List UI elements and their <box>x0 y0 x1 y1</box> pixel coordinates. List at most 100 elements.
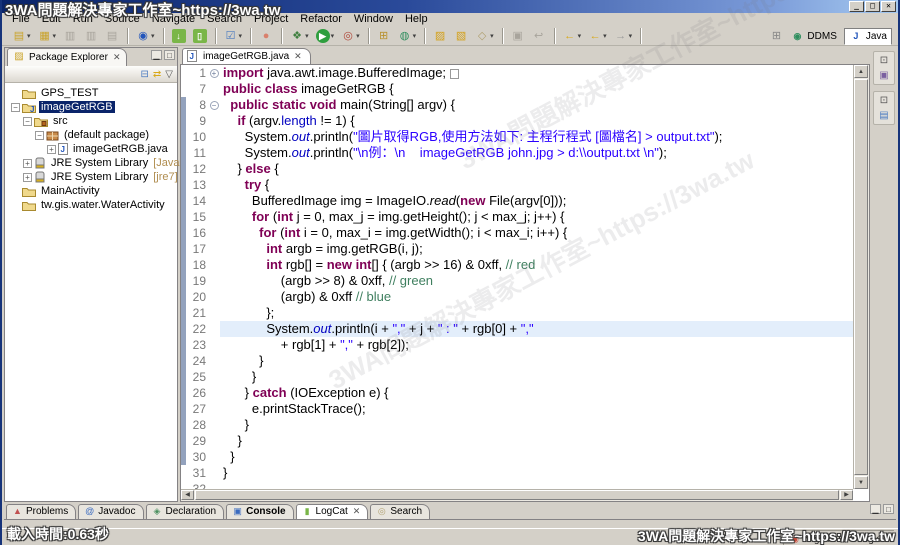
fold-expand-icon[interactable]: + <box>210 69 219 78</box>
code-line: 16 for (int i = 0, max_i = img.getWidth(… <box>181 225 853 241</box>
android-sdk-manager-icon[interactable]: ↓ <box>169 27 189 45</box>
menu-refactor[interactable]: Refactor <box>294 13 348 26</box>
maximize-view-icon[interactable]: □ <box>164 50 175 60</box>
search-toolbar-icon[interactable]: ◇▾ <box>472 27 497 45</box>
menu-window[interactable]: Window <box>348 13 399 26</box>
open-perspective-icon[interactable]: ⊞ <box>769 29 783 43</box>
editor-horizontal-scrollbar[interactable]: ◀ ▶ <box>181 489 853 501</box>
new-wizard-icon[interactable]: ▤▾ <box>9 27 34 45</box>
print-icon[interactable]: ▤ <box>102 27 122 45</box>
new-task-icon[interactable]: ☑▾ <box>221 27 246 45</box>
tree-item-jre-system-library[interactable]: +JRE System Library[JavaSE-1.7] <box>5 156 177 170</box>
android-virtual-device-manager-icon[interactable]: ▯ <box>190 27 210 45</box>
editor-vertical-scrollbar[interactable]: ▲ ▼ <box>853 65 869 489</box>
coverage-icon[interactable]: ◍▾ <box>395 27 420 45</box>
menu-run[interactable]: Run <box>67 13 99 26</box>
last-edit-location-icon[interactable]: ↩ <box>529 27 549 45</box>
expand-icon[interactable]: + <box>47 145 56 154</box>
svg-text:J: J <box>190 52 194 61</box>
expand-icon[interactable]: + <box>23 159 32 168</box>
code-editor[interactable]: 1+import java.awt.image.BufferedImage;7p… <box>181 65 853 489</box>
menu-project[interactable]: Project <box>248 13 294 26</box>
outline-icon[interactable]: ▤ <box>879 110 888 121</box>
minimize-view-icon[interactable]: ▁ <box>870 504 881 514</box>
open-browser-icon[interactable]: ◉▾ <box>133 27 158 45</box>
back-history-icon[interactable]: ←▾ <box>585 27 610 45</box>
tab-problems[interactable]: ▲Problems <box>6 504 76 519</box>
close-icon[interactable]: ✕ <box>353 506 361 517</box>
perspective-ddms[interactable]: ◉DDMS <box>786 28 840 45</box>
tree-item--default-package-[interactable]: −(default package) <box>5 128 177 142</box>
mark-occurrences-icon[interactable]: ▣ <box>508 27 528 45</box>
scroll-down-icon[interactable]: ▼ <box>854 476 868 489</box>
minimize-button[interactable]: _ <box>849 1 864 12</box>
save-all-icon[interactable]: ▥ <box>81 27 101 45</box>
forward-icon[interactable]: →▾ <box>611 27 636 45</box>
scroll-left-icon[interactable]: ◀ <box>181 490 194 500</box>
run-icon[interactable]: ▶▾ <box>313 27 338 45</box>
title-bar[interactable]: _□✕ <box>2 0 898 13</box>
perspective-java[interactable]: JJava <box>844 28 892 45</box>
tree-item-gps-test[interactable]: GPS_TEST <box>5 86 177 100</box>
tree-item-tw-gis-water-wateractivity[interactable]: tw.gis.water.WaterActivity <box>5 198 177 212</box>
close-button[interactable]: ✕ <box>881 1 896 12</box>
collapse-icon[interactable]: − <box>23 117 32 126</box>
expand-icon[interactable]: + <box>23 173 32 182</box>
tab-imagegetrgb-java[interactable]: J imageGetRGB.java ✕ <box>182 48 311 64</box>
tree-item-mainactivity[interactable]: MainActivity <box>5 184 177 198</box>
open-resource-icon[interactable]: ▧ <box>451 27 471 45</box>
maximize-view-icon[interactable]: □ <box>883 504 894 514</box>
close-icon[interactable]: ✕ <box>294 51 302 62</box>
menu-navigate[interactable]: Navigate <box>146 13 201 26</box>
svg-text:J: J <box>61 145 65 154</box>
java-perspective-icon: J <box>849 29 863 43</box>
save-icon[interactable]: ▥ <box>60 27 80 45</box>
back-icon[interactable]: ←▾ <box>560 27 585 45</box>
restore-view-icon[interactable]: ⊡ <box>880 55 888 66</box>
new-java-element-icon[interactable]: ⊞ <box>374 27 394 45</box>
menu-source[interactable]: Source <box>99 13 146 26</box>
maximize-button[interactable]: □ <box>865 1 880 12</box>
external-tools-icon[interactable]: ◎▾ <box>338 27 363 45</box>
menu-search[interactable]: Search <box>201 13 248 26</box>
tab-console[interactable]: ▣Console <box>226 504 293 519</box>
tab-logcat[interactable]: ▮LogCat✕ <box>296 504 369 519</box>
vertical-scroll-thumb[interactable] <box>854 79 868 475</box>
restore-view-icon[interactable]: ⊡ <box>880 95 888 106</box>
collapse-all-icon[interactable]: ⊟ <box>141 69 149 80</box>
tab-javadoc[interactable]: @Javadoc <box>78 504 143 519</box>
code-line: 18 int rgb[] = new int[] { (argb >> 16) … <box>181 257 853 273</box>
tree-item-src[interactable]: −src <box>5 114 177 128</box>
code-line: 32 <box>181 481 853 489</box>
horizontal-scroll-thumb[interactable] <box>195 490 839 500</box>
task-list-icon[interactable]: ▣ <box>879 70 888 81</box>
menu-file[interactable]: File <box>6 13 36 26</box>
tree-item-jre-system-library[interactable]: +JRE System Library[jre7] <box>5 170 177 184</box>
menu-help[interactable]: Help <box>399 13 434 26</box>
open-type-icon[interactable]: ▨ <box>430 27 450 45</box>
collapsed-code-icon[interactable] <box>450 69 459 79</box>
tab-declaration[interactable]: ◈Declaration <box>146 504 225 519</box>
view-menu-icon[interactable]: ▽ <box>165 69 173 80</box>
new-java-class-icon[interactable]: ▦▾ <box>35 27 60 45</box>
collapse-icon[interactable]: − <box>35 131 44 140</box>
line-number: 9 <box>186 113 208 129</box>
close-icon[interactable]: ✕ <box>113 52 121 63</box>
collapse-icon[interactable]: − <box>11 103 20 112</box>
tab-package-explorer[interactable]: ▨ Package Explorer ✕ <box>7 48 127 66</box>
tree-item-imagegetrgb[interactable]: −JimageGetRGB <box>5 100 177 114</box>
problems-icon: ▲ <box>12 506 23 517</box>
menu-edit[interactable]: Edit <box>36 13 67 26</box>
debug-icon[interactable]: ❖▾ <box>287 27 312 45</box>
minimize-view-icon[interactable]: ▁ <box>151 50 162 60</box>
fold-collapse-icon[interactable]: − <box>210 101 219 110</box>
tree-item-label: tw.gis.water.WaterActivity <box>39 199 167 211</box>
scroll-right-icon[interactable]: ▶ <box>840 490 853 500</box>
google-signin[interactable]: ◉ Sign in to Google... <box>783 530 894 545</box>
tree-item-imagegetrgb-java[interactable]: +JimageGetRGB.java <box>5 142 177 156</box>
link-with-editor-icon[interactable]: ⇄ <box>153 69 161 80</box>
scroll-up-icon[interactable]: ▲ <box>854 65 868 78</box>
android-test-icon[interactable]: ● <box>256 27 276 45</box>
code-line: 22 System.out.println(i + "," + j + " : … <box>181 321 853 337</box>
tab-search[interactable]: ◎Search <box>370 504 430 519</box>
